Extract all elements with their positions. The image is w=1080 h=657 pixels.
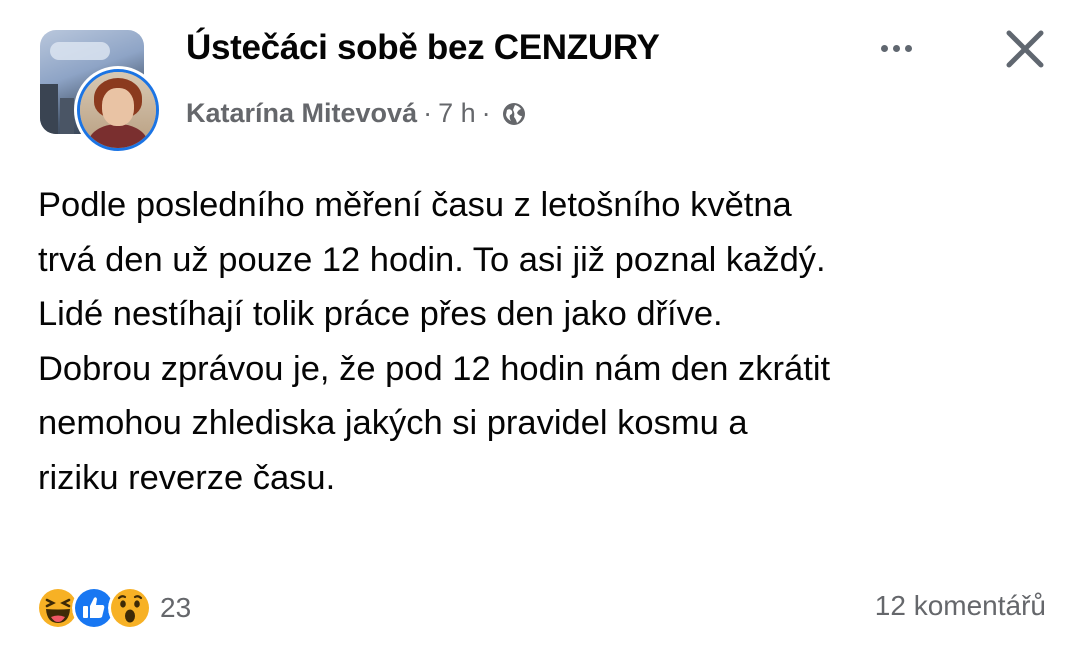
post-timestamp[interactable]: 7 h: [438, 98, 476, 129]
post-text-line: trvá den už pouze 12 hodin. To asi již p…: [38, 240, 826, 279]
reaction-count[interactable]: 23: [160, 592, 191, 624]
facebook-post: Ústečáci sobě bez CENZURY Katarína Mitev…: [0, 0, 1080, 657]
post-text-line: Dobrou zprávou je, že pod 12 hodin nám d…: [38, 349, 831, 388]
close-icon[interactable]: [1000, 24, 1050, 74]
avatar-group[interactable]: [40, 30, 162, 154]
post-text-line: Lidé nestíhají tolik práce přes den jako…: [38, 295, 723, 333]
author-name-link[interactable]: Katarína Mitevová: [186, 98, 417, 129]
reactions-summary[interactable]: 23: [36, 586, 191, 630]
globe-icon[interactable]: [501, 101, 527, 127]
post-text-line: Podle posledního měření času z letošního…: [38, 186, 792, 224]
meta-separator: ·: [423, 98, 433, 128]
post-body-text: Podle posledního měření času z letošního…: [38, 178, 1048, 505]
post-meta: Katarína Mitevová · 7 h ·: [186, 98, 527, 129]
post-text-line: riziku reverze času.: [38, 458, 336, 497]
wow-icon: [108, 586, 152, 630]
more-icon[interactable]: [870, 30, 922, 66]
post-text-line: nemohou zhlediska jakých si pravidel kos…: [38, 404, 748, 442]
meta-separator-2: ·: [481, 98, 491, 128]
group-name-link[interactable]: Ústečáci sobě bez CENZURY: [186, 28, 660, 68]
comments-count-link[interactable]: 12 komentářů: [875, 590, 1046, 622]
author-avatar[interactable]: [74, 66, 162, 154]
